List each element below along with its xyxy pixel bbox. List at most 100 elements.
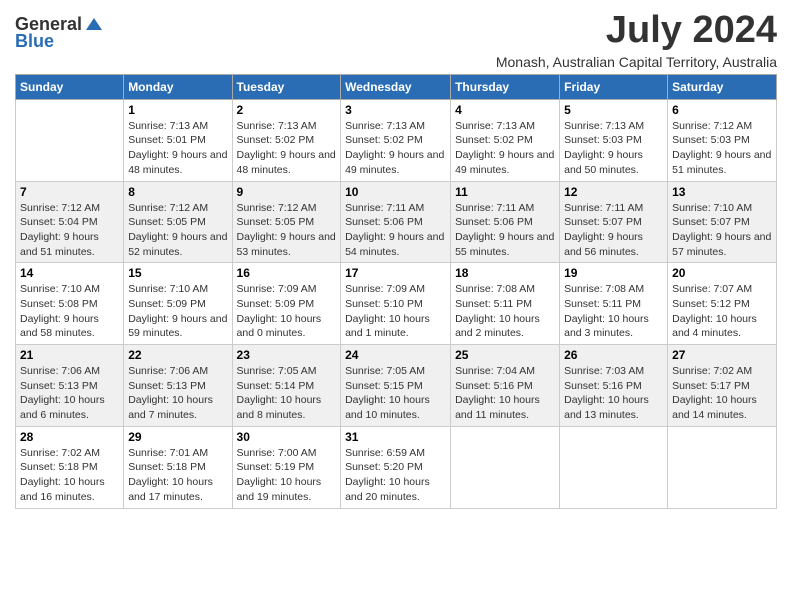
table-row: 29 Sunrise: 7:01 AMSunset: 5:18 PMDayligh… xyxy=(124,426,232,508)
table-row: 1 Sunrise: 7:13 AMSunset: 5:01 PMDaylight… xyxy=(124,99,232,181)
day-info: Sunrise: 7:03 AMSunset: 5:16 PMDaylight:… xyxy=(564,364,663,423)
table-row: 7 Sunrise: 7:12 AMSunset: 5:04 PMDaylight… xyxy=(16,181,124,263)
day-info: Sunrise: 7:13 AMSunset: 5:02 PMDaylight:… xyxy=(345,119,446,178)
table-row xyxy=(16,99,124,181)
table-row: 12 Sunrise: 7:11 AMSunset: 5:07 PMDayligh… xyxy=(560,181,668,263)
table-row: 14 Sunrise: 7:10 AMSunset: 5:08 PMDayligh… xyxy=(16,263,124,345)
table-row: 5 Sunrise: 7:13 AMSunset: 5:03 PMDaylight… xyxy=(560,99,668,181)
table-row: 19 Sunrise: 7:08 AMSunset: 5:11 PMDayligh… xyxy=(560,263,668,345)
logo-icon xyxy=(84,16,104,34)
day-number: 27 xyxy=(672,348,772,362)
table-row: 26 Sunrise: 7:03 AMSunset: 5:16 PMDayligh… xyxy=(560,345,668,427)
day-number: 4 xyxy=(455,103,555,117)
table-row: 20Sunrise: 7:07 AMSunset: 5:12 PMDayligh… xyxy=(668,263,777,345)
page-header: General Blue July 2024 Monash, Australia… xyxy=(15,10,777,70)
day-number: 16 xyxy=(237,266,337,280)
day-number: 17 xyxy=(345,266,446,280)
day-number: 1 xyxy=(128,103,227,117)
table-row: 9Sunrise: 7:12 AMSunset: 5:05 PMDaylight… xyxy=(232,181,341,263)
day-info: Sunrise: 7:10 AMSunset: 5:07 PMDaylight:… xyxy=(672,201,772,260)
header-friday: Friday xyxy=(560,74,668,99)
day-number: 15 xyxy=(128,266,227,280)
table-row xyxy=(668,426,777,508)
logo: General Blue xyxy=(15,14,104,52)
table-row: 18 Sunrise: 7:08 AMSunset: 5:11 PMDayligh… xyxy=(451,263,560,345)
day-info: Sunrise: 7:07 AMSunset: 5:12 PMDaylight:… xyxy=(672,282,772,341)
calendar-week-row: 21 Sunrise: 7:06 AMSunset: 5:13 PMDayligh… xyxy=(16,345,777,427)
table-row: 15Sunrise: 7:10 AMSunset: 5:09 PMDayligh… xyxy=(124,263,232,345)
day-number: 30 xyxy=(237,430,337,444)
day-info: Sunrise: 7:05 AMSunset: 5:15 PMDaylight:… xyxy=(345,364,446,423)
day-number: 6 xyxy=(672,103,772,117)
day-number: 3 xyxy=(345,103,446,117)
day-info: Sunrise: 7:08 AMSunset: 5:11 PMDaylight:… xyxy=(564,282,663,341)
table-row: 4Sunrise: 7:13 AMSunset: 5:02 PMDaylight… xyxy=(451,99,560,181)
day-number: 26 xyxy=(564,348,663,362)
table-row: 23 Sunrise: 7:05 AMSunset: 5:14 PMDayligh… xyxy=(232,345,341,427)
day-number: 31 xyxy=(345,430,446,444)
day-info: Sunrise: 7:01 AMSunset: 5:18 PMDaylight:… xyxy=(128,446,227,505)
day-info: Sunrise: 7:06 AMSunset: 5:13 PMDaylight:… xyxy=(128,364,227,423)
header-wednesday: Wednesday xyxy=(341,74,451,99)
table-row: 13 Sunrise: 7:10 AMSunset: 5:07 PMDayligh… xyxy=(668,181,777,263)
day-number: 29 xyxy=(128,430,227,444)
day-number: 18 xyxy=(455,266,555,280)
subtitle: Monash, Australian Capital Territory, Au… xyxy=(496,54,777,70)
table-row: 11 Sunrise: 7:11 AMSunset: 5:06 PMDayligh… xyxy=(451,181,560,263)
table-row: 17 Sunrise: 7:09 AMSunset: 5:10 PMDayligh… xyxy=(341,263,451,345)
logo-blue-text: Blue xyxy=(15,31,54,52)
day-number: 22 xyxy=(128,348,227,362)
table-row: 28Sunrise: 7:02 AMSunset: 5:18 PMDayligh… xyxy=(16,426,124,508)
table-row: 22 Sunrise: 7:06 AMSunset: 5:13 PMDayligh… xyxy=(124,345,232,427)
day-info: Sunrise: 7:13 AMSunset: 5:02 PMDaylight:… xyxy=(237,119,337,178)
day-info: Sunrise: 7:12 AMSunset: 5:05 PMDaylight:… xyxy=(237,201,337,260)
day-number: 12 xyxy=(564,185,663,199)
title-area: July 2024 Monash, Australian Capital Ter… xyxy=(496,10,777,70)
day-number: 10 xyxy=(345,185,446,199)
table-row: 6 Sunrise: 7:12 AMSunset: 5:03 PMDaylight… xyxy=(668,99,777,181)
day-info: Sunrise: 7:08 AMSunset: 5:11 PMDaylight:… xyxy=(455,282,555,341)
day-number: 5 xyxy=(564,103,663,117)
day-number: 8 xyxy=(128,185,227,199)
day-info: Sunrise: 7:02 AMSunset: 5:18 PMDaylight:… xyxy=(20,446,119,505)
day-info: Sunrise: 7:12 AMSunset: 5:04 PMDaylight:… xyxy=(20,201,119,260)
table-row: 8 Sunrise: 7:12 AMSunset: 5:05 PMDaylight… xyxy=(124,181,232,263)
table-row: 10Sunrise: 7:11 AMSunset: 5:06 PMDayligh… xyxy=(341,181,451,263)
table-row: 24 Sunrise: 7:05 AMSunset: 5:15 PMDayligh… xyxy=(341,345,451,427)
calendar-table: Sunday Monday Tuesday Wednesday Thursday… xyxy=(15,74,777,509)
day-number: 23 xyxy=(237,348,337,362)
day-info: Sunrise: 7:09 AMSunset: 5:09 PMDaylight:… xyxy=(237,282,337,341)
table-row: 2Sunrise: 7:13 AMSunset: 5:02 PMDaylight… xyxy=(232,99,341,181)
day-info: Sunrise: 7:00 AMSunset: 5:19 PMDaylight:… xyxy=(237,446,337,505)
day-number: 19 xyxy=(564,266,663,280)
day-number: 14 xyxy=(20,266,119,280)
month-title: July 2024 xyxy=(496,10,777,52)
day-number: 21 xyxy=(20,348,119,362)
table-row: 21 Sunrise: 7:06 AMSunset: 5:13 PMDayligh… xyxy=(16,345,124,427)
day-info: Sunrise: 7:11 AMSunset: 5:07 PMDaylight:… xyxy=(564,201,663,260)
day-info: Sunrise: 7:06 AMSunset: 5:13 PMDaylight:… xyxy=(20,364,119,423)
table-row: 25Sunrise: 7:04 AMSunset: 5:16 PMDayligh… xyxy=(451,345,560,427)
header-tuesday: Tuesday xyxy=(232,74,341,99)
day-info: Sunrise: 7:10 AMSunset: 5:08 PMDaylight:… xyxy=(20,282,119,341)
day-info: Sunrise: 7:09 AMSunset: 5:10 PMDaylight:… xyxy=(345,282,446,341)
table-row xyxy=(451,426,560,508)
table-row: 31 Sunrise: 6:59 AMSunset: 5:20 PMDayligh… xyxy=(341,426,451,508)
header-thursday: Thursday xyxy=(451,74,560,99)
day-number: 13 xyxy=(672,185,772,199)
day-number: 24 xyxy=(345,348,446,362)
day-info: Sunrise: 7:12 AMSunset: 5:05 PMDaylight:… xyxy=(128,201,227,260)
day-info: Sunrise: 7:12 AMSunset: 5:03 PMDaylight:… xyxy=(672,119,772,178)
day-number: 25 xyxy=(455,348,555,362)
day-info: Sunrise: 7:11 AMSunset: 5:06 PMDaylight:… xyxy=(455,201,555,260)
calendar-week-row: 7 Sunrise: 7:12 AMSunset: 5:04 PMDaylight… xyxy=(16,181,777,263)
day-info: Sunrise: 6:59 AMSunset: 5:20 PMDaylight:… xyxy=(345,446,446,505)
day-info: Sunrise: 7:13 AMSunset: 5:03 PMDaylight:… xyxy=(564,119,663,178)
table-row: 27Sunrise: 7:02 AMSunset: 5:17 PMDayligh… xyxy=(668,345,777,427)
header-saturday: Saturday xyxy=(668,74,777,99)
calendar-week-row: 28Sunrise: 7:02 AMSunset: 5:18 PMDayligh… xyxy=(16,426,777,508)
day-info: Sunrise: 7:05 AMSunset: 5:14 PMDaylight:… xyxy=(237,364,337,423)
day-number: 7 xyxy=(20,185,119,199)
day-info: Sunrise: 7:13 AMSunset: 5:01 PMDaylight:… xyxy=(128,119,227,178)
day-number: 11 xyxy=(455,185,555,199)
